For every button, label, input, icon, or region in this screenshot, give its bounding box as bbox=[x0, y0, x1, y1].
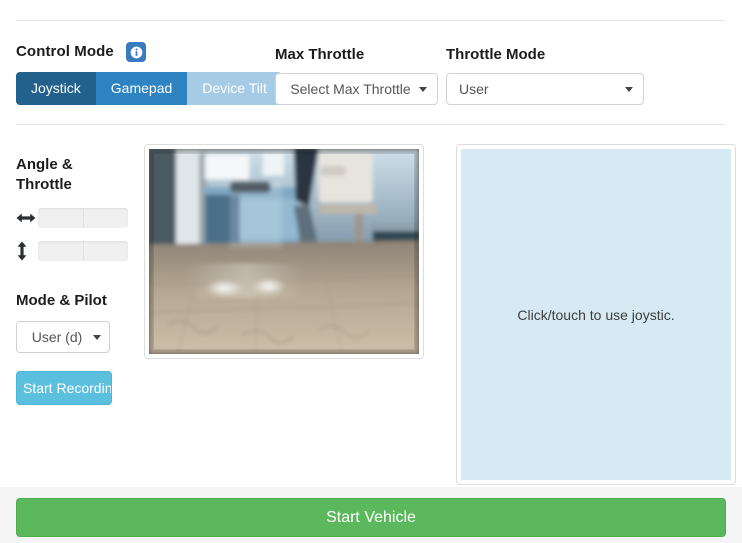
angle-throttle-heading: Angle & Throttle bbox=[16, 156, 73, 193]
control-mode-gamepad-button[interactable]: Gamepad bbox=[95, 72, 188, 105]
footer-bar: Start Vehicle bbox=[0, 487, 742, 543]
throttle-meter bbox=[38, 241, 128, 261]
throttle-meter-row bbox=[16, 241, 128, 261]
joystick-hint-text: Click/touch to use joystic. bbox=[517, 306, 675, 323]
max-throttle-value: Select Max Throttle bbox=[290, 81, 411, 97]
mode-pilot-heading: Mode & Pilot bbox=[16, 292, 107, 309]
throttle-meter-center-mark bbox=[83, 241, 84, 261]
control-mode-joystick-button[interactable]: Joystick bbox=[16, 72, 96, 105]
angle-meter-row bbox=[16, 208, 128, 228]
start-vehicle-button[interactable]: Start Vehicle bbox=[16, 498, 726, 537]
control-mode-button-group[interactable]: Joystick Gamepad Device Tilt bbox=[16, 72, 282, 105]
throttle-mode-field: Throttle Mode User bbox=[446, 46, 644, 105]
chevron-down-icon bbox=[93, 335, 101, 340]
throttle-mode-label: Throttle Mode bbox=[446, 46, 546, 63]
chevron-down-icon bbox=[419, 87, 427, 92]
divider-second bbox=[16, 124, 726, 125]
throttle-mode-select[interactable]: User bbox=[446, 73, 644, 105]
info-circle-icon[interactable] bbox=[126, 42, 147, 62]
start-recording-button[interactable]: Start Recording bbox=[16, 371, 112, 405]
throttle-mode-value: User bbox=[459, 81, 489, 97]
vertical-arrows-icon bbox=[16, 241, 38, 261]
max-throttle-label: Max Throttle bbox=[275, 46, 365, 63]
mode-pilot-select[interactable]: User (d) bbox=[16, 321, 110, 353]
joystick-frame: Click/touch to use joystic. bbox=[456, 144, 736, 485]
max-throttle-select[interactable]: Select Max Throttle bbox=[275, 73, 438, 105]
chevron-down-icon bbox=[625, 87, 633, 92]
angle-meter bbox=[38, 208, 128, 228]
control-mode-group: Control Mode bbox=[16, 42, 147, 62]
joystick-area[interactable]: Click/touch to use joystic. bbox=[461, 149, 731, 480]
camera-feed bbox=[149, 149, 419, 354]
horizontal-arrows-icon bbox=[16, 212, 38, 224]
max-throttle-field: Max Throttle Select Max Throttle bbox=[275, 46, 438, 105]
vehicle-control-page: Control Mode Joystick Gamepad Device Til… bbox=[0, 0, 742, 543]
angle-throttle-panel: Angle & Throttle Mode & Pilot User (d) S… bbox=[16, 155, 128, 405]
angle-meter-center-mark bbox=[83, 208, 84, 228]
camera-frame bbox=[144, 144, 424, 359]
control-mode-label: Control Mode bbox=[16, 43, 114, 60]
control-mode-device-tilt-button[interactable]: Device Tilt bbox=[187, 72, 282, 105]
divider-top bbox=[16, 20, 726, 21]
